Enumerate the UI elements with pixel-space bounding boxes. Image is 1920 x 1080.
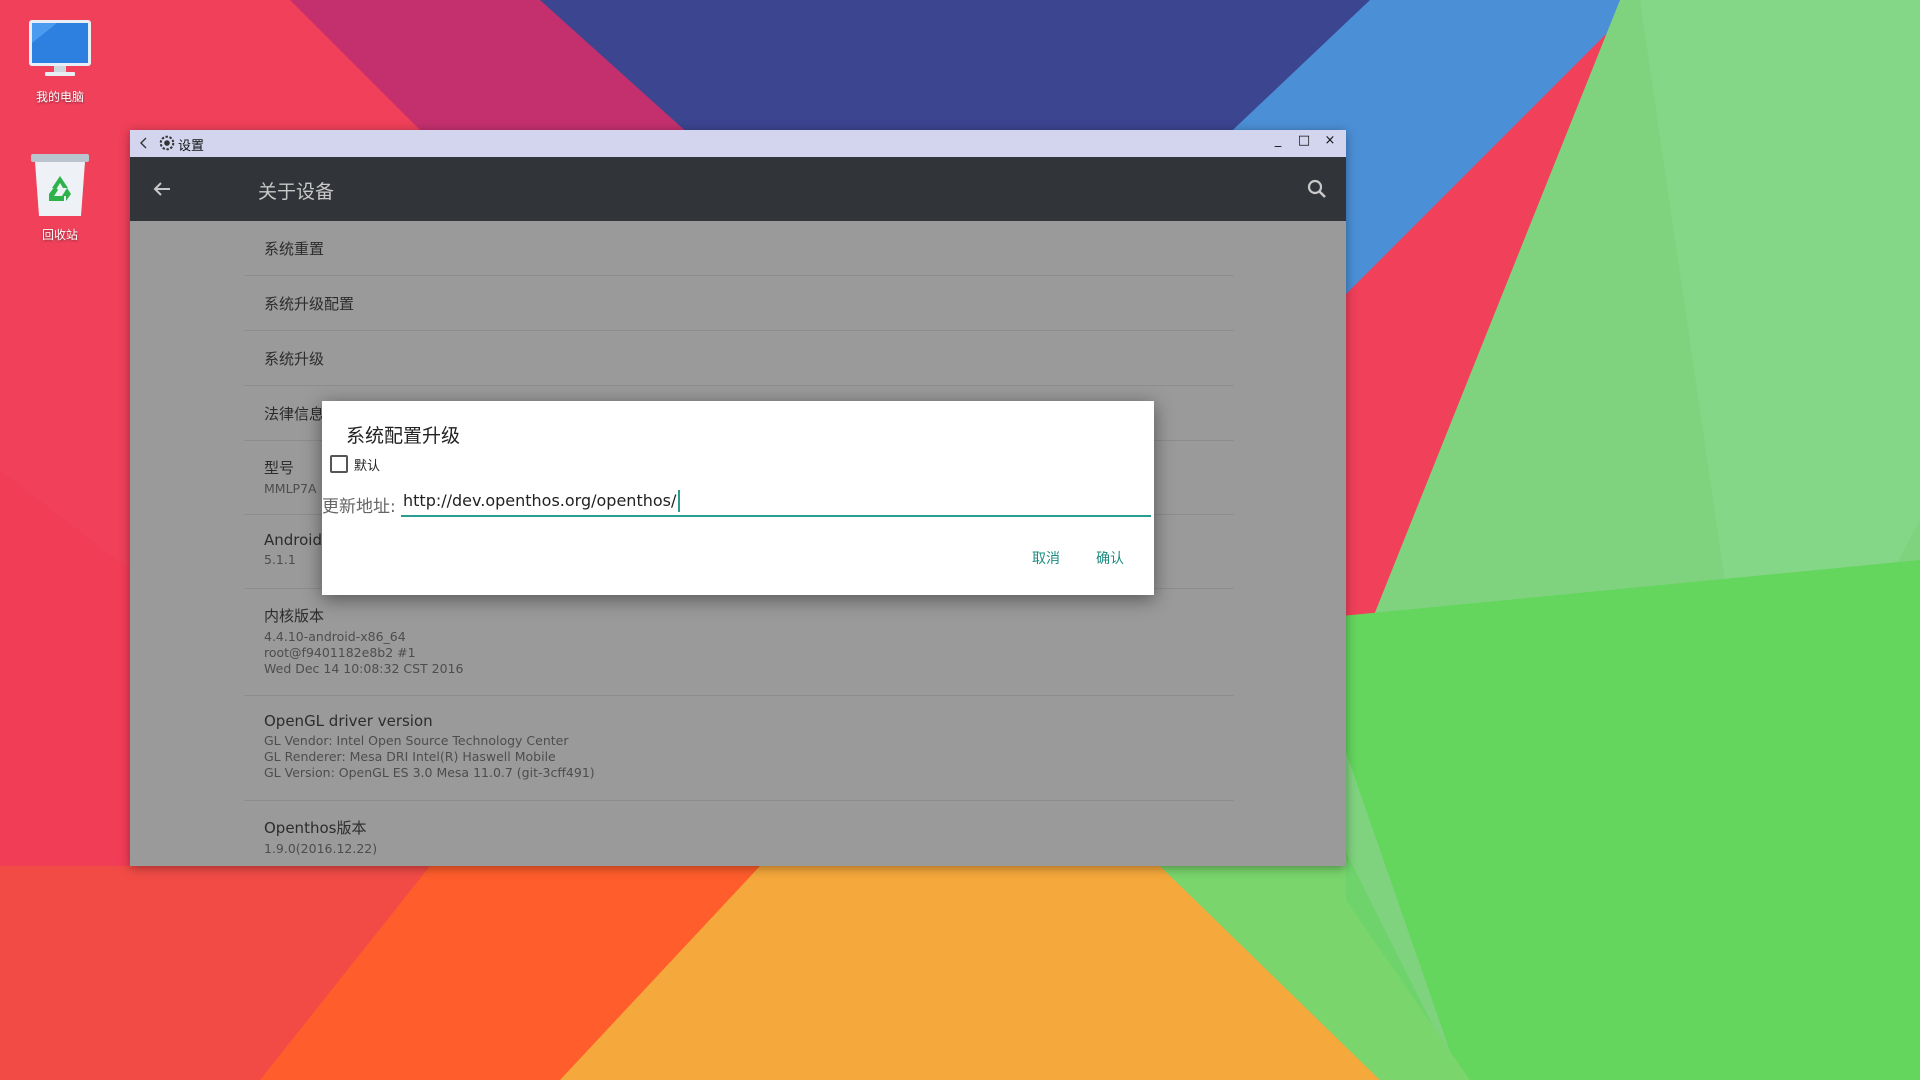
recycle-bin-icon (31, 154, 89, 216)
settings-appbar: 关于设备 (130, 157, 1346, 221)
desktop-icon-my-computer[interactable]: 我的电脑 (10, 18, 110, 105)
minimize-icon[interactable]: _ (1267, 133, 1289, 153)
arrow-back-icon[interactable] (148, 175, 176, 203)
default-checkbox[interactable] (330, 455, 348, 473)
gear-icon (159, 135, 175, 151)
computer-icon (29, 20, 91, 76)
upgrade-config-dialog: 系统配置升级 默认 更新地址: 取消 确认 (322, 401, 1154, 595)
maximize-icon[interactable]: □ (1293, 133, 1315, 153)
page-title: 关于设备 (258, 181, 335, 203)
close-icon[interactable]: × (1319, 133, 1341, 153)
desktop-icon-recycle-bin[interactable]: 回收站 (10, 150, 110, 243)
desktop-icon-label: 回收站 (41, 228, 78, 242)
cancel-button[interactable]: 取消 (1026, 544, 1066, 572)
dialog-title: 系统配置升级 (346, 425, 461, 447)
confirm-button[interactable]: 确认 (1090, 544, 1130, 572)
search-icon[interactable] (1304, 176, 1330, 202)
default-checkbox-label[interactable]: 默认 (354, 455, 380, 474)
window-title: 设置 (178, 139, 205, 154)
text-cursor (678, 490, 680, 512)
update-url-label: 更新地址: (322, 497, 396, 517)
window-titlebar[interactable]: 设置 _ □ × (130, 130, 1346, 157)
back-icon[interactable] (136, 134, 152, 152)
update-url-input[interactable] (401, 485, 1151, 517)
desktop-icon-label: 我的电脑 (35, 90, 84, 104)
